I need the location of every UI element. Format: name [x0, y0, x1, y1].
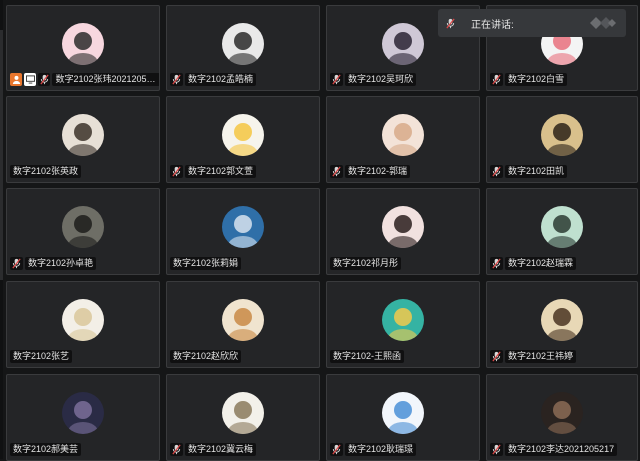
participant-name: 数字2102郭文萱 — [185, 165, 257, 178]
mic-muted-icon — [490, 73, 503, 86]
participant-tile[interactable]: 数字2102耿瑞璟 — [326, 374, 480, 461]
participant-namebar: 数字2102赵瑞霖 — [490, 256, 577, 271]
participant-avatar — [382, 206, 424, 248]
participant-namebar: 数字2102张艺 — [10, 349, 73, 364]
participant-avatar — [382, 23, 424, 65]
participant-name: 数字2102白雪 — [505, 73, 568, 86]
mic-muted-icon — [170, 73, 183, 86]
mic-muted-icon — [490, 350, 503, 363]
participant-namebar: 数字2102祁月彤 — [330, 256, 402, 271]
participant-namebar: 数字2102田凯 — [490, 164, 568, 179]
participant-name: 数字2102冀云梅 — [185, 443, 257, 456]
participant-tile[interactable]: 数字2102郝美芸 — [6, 374, 160, 461]
participant-namebar: 数字2102张莉娟 — [170, 256, 242, 271]
participant-avatar — [62, 392, 104, 434]
participant-namebar: 数字2102-郭瑞 — [330, 164, 411, 179]
participant-avatar — [62, 114, 104, 156]
mic-muted-icon — [490, 257, 503, 270]
mic-muted-icon — [38, 73, 51, 86]
participant-grid: 数字2102张玮202120523... 数字2102孟皓楠 数字2102吴珂欣 数字… — [0, 0, 640, 461]
participant-tile[interactable]: 数字2102-王熙函 — [326, 281, 480, 368]
tencent-meeting-logo-icon — [588, 15, 618, 36]
participant-namebar: 数字2102吴珂欣 — [330, 72, 417, 87]
participant-avatar — [222, 206, 264, 248]
speaker-mic-icon — [444, 17, 457, 30]
participant-name: 数字2102耿瑞璟 — [345, 443, 417, 456]
participant-tile[interactable]: 数字2102张艺 — [6, 281, 160, 368]
participant-avatar — [382, 114, 424, 156]
participant-avatar — [541, 299, 583, 341]
participant-namebar: 数字2102赵欣欣 — [170, 349, 242, 364]
participant-name: 数字2102李达2021205217 — [505, 443, 618, 456]
mic-muted-icon — [330, 165, 343, 178]
participant-tile[interactable]: 数字2102祁月彤 — [326, 188, 480, 275]
screen-share-icon — [24, 73, 37, 86]
participant-name: 数字2102-郭瑞 — [345, 165, 411, 178]
participant-avatar — [541, 114, 583, 156]
participant-tile[interactable]: 数字2102张英政 — [6, 96, 160, 183]
participant-avatar — [62, 299, 104, 341]
participant-name: 数字2102-王熙函 — [330, 350, 405, 363]
participant-name: 数字2102祁月彤 — [330, 257, 402, 270]
participant-name: 数字2102吴珂欣 — [345, 73, 417, 86]
participant-name: 数字2102赵欣欣 — [170, 350, 242, 363]
mic-muted-icon — [170, 165, 183, 178]
participant-avatar — [62, 206, 104, 248]
participant-avatar — [62, 23, 104, 65]
participant-tile[interactable]: 数字2102赵瑞霖 — [486, 188, 638, 275]
participant-name: 数字2102孟皓楠 — [185, 73, 257, 86]
participant-namebar: 数字2102郝美芸 — [10, 442, 82, 457]
participant-name: 数字2102孙卓艳 — [25, 257, 97, 270]
participant-name: 数字2102张英政 — [10, 165, 82, 178]
participant-name: 数字2102赵瑞霖 — [505, 257, 577, 270]
speaking-indicator: 正在讲话: — [438, 9, 626, 37]
participant-avatar — [222, 114, 264, 156]
mic-muted-icon — [170, 443, 183, 456]
participant-tile[interactable]: 数字2102孙卓艳 — [6, 188, 160, 275]
participant-namebar: 数字2102白雪 — [490, 72, 568, 87]
participant-name: 数字2102张艺 — [10, 350, 73, 363]
mic-muted-icon — [10, 257, 23, 270]
participant-tile[interactable]: 数字2102张莉娟 — [166, 188, 320, 275]
participant-tile[interactable]: 数字2102李达2021205217 — [486, 374, 638, 461]
participant-tile[interactable]: 数字2102冀云梅 — [166, 374, 320, 461]
participant-tile[interactable]: 数字2102田凯 — [486, 96, 638, 183]
participant-avatar — [541, 206, 583, 248]
participant-namebar: 数字2102张英政 — [10, 164, 82, 179]
participant-tile[interactable]: 数字2102王祎婷 — [486, 281, 638, 368]
participant-namebar: 数字2102王祎婷 — [490, 349, 577, 364]
participant-tile[interactable]: 数字2102赵欣欣 — [166, 281, 320, 368]
host-icon — [10, 73, 23, 86]
participant-namebar: 数字2102冀云梅 — [170, 442, 257, 457]
participant-name: 数字2102王祎婷 — [505, 350, 577, 363]
participant-tile[interactable]: 数字2102-郭瑞 — [326, 96, 480, 183]
participant-tile[interactable]: 数字2102郭文萱 — [166, 96, 320, 183]
participant-namebar: 数字2102耿瑞璟 — [330, 442, 417, 457]
participant-tile[interactable]: 数字2102张玮202120523... — [6, 5, 160, 91]
participant-tile[interactable]: 数字2102孟皓楠 — [166, 5, 320, 91]
mic-muted-icon — [330, 443, 343, 456]
participant-name: 数字2102郝美芸 — [10, 443, 82, 456]
mic-muted-icon — [490, 443, 503, 456]
participant-namebar: 数字2102张玮202120523... — [10, 72, 159, 87]
participant-name: 数字2102张玮202120523... — [52, 73, 159, 86]
participant-avatar — [541, 392, 583, 434]
speaking-label: 正在讲话: — [471, 19, 514, 31]
participant-name: 数字2102田凯 — [505, 165, 568, 178]
mic-muted-icon — [330, 73, 343, 86]
mic-muted-icon — [490, 165, 503, 178]
participant-namebar: 数字2102李达2021205217 — [490, 442, 618, 457]
participant-namebar: 数字2102郭文萱 — [170, 164, 257, 179]
participant-avatar — [222, 392, 264, 434]
participant-name: 数字2102张莉娟 — [170, 257, 242, 270]
participant-namebar: 数字2102孙卓艳 — [10, 256, 97, 271]
participant-avatar — [222, 23, 264, 65]
participant-avatar — [222, 299, 264, 341]
participant-namebar: 数字2102孟皓楠 — [170, 72, 257, 87]
participant-avatar — [382, 392, 424, 434]
participant-namebar: 数字2102-王熙函 — [330, 349, 405, 364]
participant-avatar — [382, 299, 424, 341]
